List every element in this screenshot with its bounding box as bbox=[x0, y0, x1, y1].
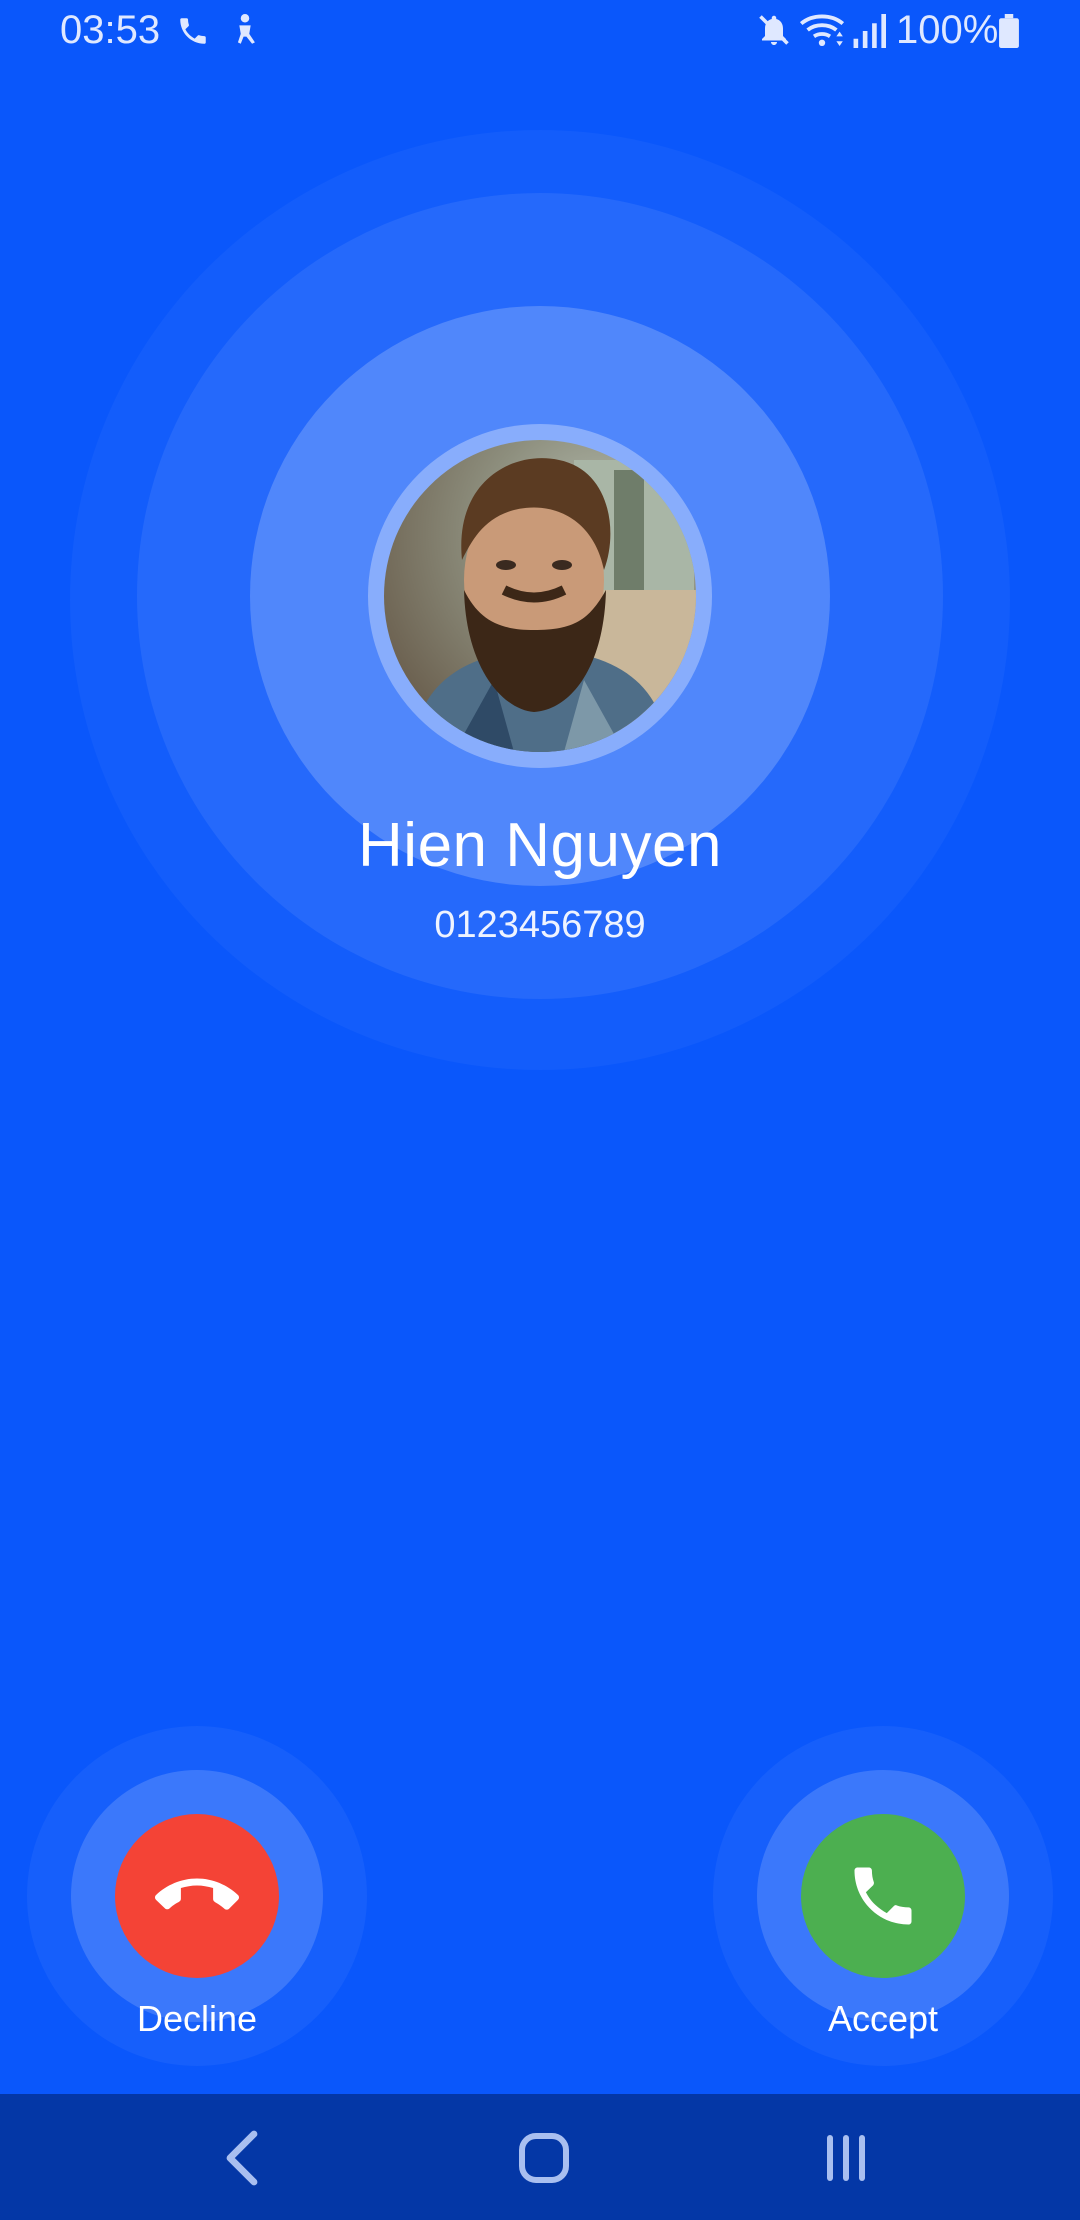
mute-icon bbox=[759, 15, 789, 45]
signal-icon bbox=[853, 14, 886, 48]
phone-hangup-icon bbox=[155, 1878, 239, 1910]
wifi-icon bbox=[799, 14, 845, 46]
accept-label: Accept bbox=[827, 1998, 939, 2039]
battery-icon bbox=[999, 14, 1019, 48]
recents-icon bbox=[827, 2135, 865, 2181]
caller-name: Hien Nguyen bbox=[358, 811, 722, 880]
phone-call-icon bbox=[180, 18, 206, 44]
accept-button[interactable] bbox=[801, 1814, 965, 1978]
caller-avatar bbox=[384, 440, 696, 752]
phone-icon bbox=[854, 1867, 912, 1925]
home-button[interactable] bbox=[504, 2122, 584, 2194]
decline-control: Decline bbox=[27, 1726, 367, 2066]
accessibility-icon bbox=[237, 14, 255, 44]
recents-button[interactable] bbox=[806, 2122, 886, 2194]
caller-photo bbox=[414, 458, 696, 752]
decline-button[interactable] bbox=[115, 1814, 279, 1978]
caller-number: 0123456789 bbox=[434, 904, 646, 946]
decline-label: Decline bbox=[136, 1998, 258, 2039]
accept-control: Accept bbox=[713, 1726, 1053, 2066]
status-time: 03:53 bbox=[60, 8, 161, 52]
back-button[interactable] bbox=[202, 2122, 282, 2194]
battery-percentage: 100% bbox=[896, 8, 999, 52]
navigation-bar bbox=[0, 2094, 1080, 2220]
back-icon bbox=[226, 2130, 258, 2186]
status-bar: 03:53 100% bbox=[0, 0, 1080, 62]
home-icon bbox=[519, 2133, 569, 2183]
